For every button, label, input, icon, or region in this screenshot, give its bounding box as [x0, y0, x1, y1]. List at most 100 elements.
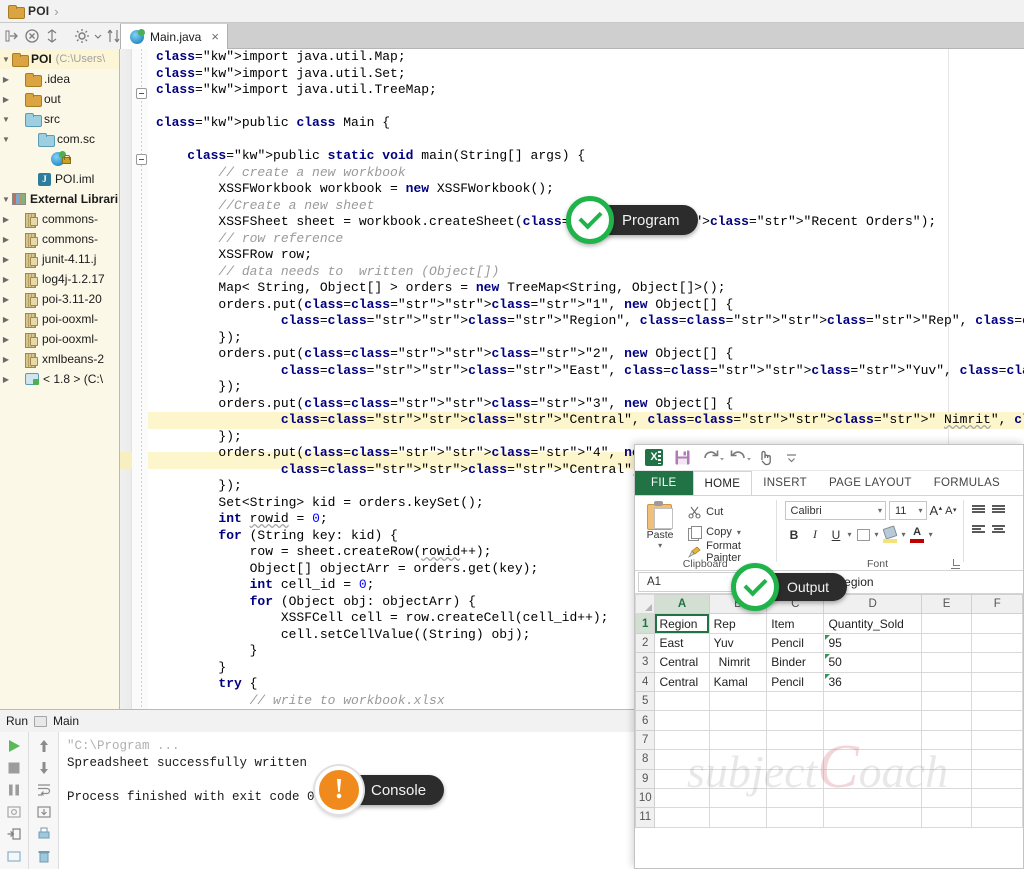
cell-E4[interactable] [920, 671, 973, 692]
cell-C8[interactable] [766, 749, 825, 770]
chevron-right-icon[interactable]: ▶ [0, 315, 12, 324]
font-color-dropdown-icon[interactable]: ▾ [929, 530, 933, 539]
borders-button[interactable] [854, 525, 873, 544]
spreadsheet-grid[interactable]: ABCDEF1RegionRepItemQuantity_Sold2EastYu… [635, 594, 1023, 840]
tree-item[interactable]: ▼ src [0, 109, 119, 129]
increase-font-size-button[interactable]: A ▴ [930, 503, 943, 518]
cell-A10[interactable] [654, 787, 710, 809]
chevron-right-icon[interactable]: ▶ [0, 255, 12, 264]
tree-item[interactable]: ▶ poi-ooxml- [0, 309, 119, 329]
row-header-4[interactable]: 4 [635, 671, 656, 692]
cell-B11[interactable] [708, 807, 768, 828]
cut-button[interactable]: Cut [685, 502, 775, 522]
tree-item[interactable]: ▶ xmlbeans-2 [0, 349, 119, 369]
tree-item[interactable]: ▶ < 1.8 > (C:\ [0, 369, 119, 389]
down-arrow-icon[interactable] [36, 760, 52, 776]
row-header-10[interactable]: 10 [635, 787, 656, 809]
cell-D7[interactable] [823, 729, 922, 751]
settings-icon[interactable] [6, 848, 22, 864]
cell-E6[interactable] [920, 710, 973, 731]
copy-button[interactable]: Copy ▾ [685, 522, 775, 542]
align-middle-icon[interactable] [990, 503, 1007, 517]
export-icon[interactable] [36, 804, 52, 820]
chevron-down-icon[interactable]: ▼ [0, 195, 12, 204]
redo-icon[interactable] [730, 449, 751, 466]
tree-item[interactable]: ▶ .idea [0, 69, 119, 89]
run-config-name[interactable]: Main [53, 714, 79, 728]
paste-dropdown-icon[interactable]: ▾ [635, 541, 685, 550]
cell-C9[interactable] [766, 768, 825, 789]
fill-color-dropdown-icon[interactable]: ▾ [902, 530, 906, 539]
expand-icon[interactable] [44, 28, 60, 44]
chevron-right-icon[interactable]: ▶ [0, 295, 12, 304]
cell-D3[interactable]: 50 [823, 652, 922, 673]
fold-icon-method[interactable] [136, 154, 147, 165]
undo-icon[interactable] [702, 449, 724, 466]
chevron-right-icon[interactable]: ▶ [0, 335, 12, 344]
cell-B9[interactable] [708, 768, 768, 789]
row-header-9[interactable]: 9 [635, 768, 656, 789]
decrease-font-size-button[interactable]: A ▾ [945, 505, 956, 517]
cancel-icon[interactable] [24, 28, 40, 44]
restore-layout-icon[interactable] [6, 826, 22, 842]
underline-button[interactable]: U [827, 525, 846, 544]
cell-B6[interactable] [708, 710, 768, 731]
row-header-8[interactable]: 8 [635, 749, 656, 770]
cell-F11[interactable] [971, 807, 1023, 828]
cell-A9[interactable] [654, 768, 710, 789]
align-top-icon[interactable] [970, 503, 987, 517]
row-header-11[interactable]: 11 [635, 807, 656, 828]
cell-E1[interactable] [920, 613, 973, 634]
cell-F8[interactable] [971, 749, 1023, 770]
touch-mode-icon[interactable] [758, 449, 775, 466]
tree-item[interactable]: ▶ log4j-1.2.17 [0, 269, 119, 289]
font-name-select[interactable]: Calibri ▾ [784, 501, 886, 520]
ribbon-tab-file[interactable]: FILE [635, 471, 693, 495]
code-fold-strip[interactable] [132, 49, 148, 709]
chevron-down-icon[interactable]: ▼ [0, 135, 12, 144]
collapse-all-icon[interactable] [4, 28, 20, 44]
chevron-right-icon[interactable]: ▶ [0, 375, 12, 384]
tab-main-java[interactable]: Main.java × [120, 24, 228, 49]
cell-A4[interactable]: Central [654, 671, 710, 692]
cell-D6[interactable] [823, 710, 922, 731]
chevron-down-icon[interactable]: ▼ [0, 55, 12, 64]
cell-E3[interactable] [920, 652, 973, 673]
print-icon[interactable] [36, 826, 52, 842]
tree-item[interactable]: ▼ External Librari [0, 189, 119, 209]
cell-F4[interactable] [971, 671, 1023, 692]
cell-F10[interactable] [971, 787, 1023, 809]
cell-D8[interactable] [823, 749, 922, 770]
column-header-A[interactable]: A [654, 594, 710, 615]
cell-D11[interactable] [823, 807, 922, 828]
row-header-1[interactable]: 1 [635, 613, 656, 634]
italic-button[interactable]: I [806, 525, 825, 544]
tree-item[interactable]: ▼ POI (C:\Users\ [0, 49, 119, 69]
cell-A6[interactable] [654, 710, 710, 731]
cell-A11[interactable] [654, 807, 710, 828]
font-size-select[interactable]: 11 ▾ [888, 501, 927, 520]
row-header-2[interactable]: 2 [635, 632, 656, 654]
soft-wrap-icon[interactable] [36, 782, 52, 798]
cell-E11[interactable] [920, 807, 973, 828]
tree-item[interactable]: ▼ com.sc [0, 129, 119, 149]
cell-C6[interactable] [766, 710, 825, 731]
bold-button[interactable]: B [785, 525, 804, 544]
align-left-icon[interactable] [970, 523, 987, 537]
row-header-5[interactable]: 5 [635, 690, 656, 712]
rerun-icon[interactable] [6, 738, 22, 754]
cell-C7[interactable] [766, 729, 825, 751]
chevron-right-icon[interactable]: ▶ [0, 95, 12, 104]
cell-C5[interactable] [766, 690, 825, 712]
chevron-down-icon[interactable]: ▾ [918, 506, 922, 515]
chevron-down-icon[interactable]: ▼ [0, 115, 12, 124]
cell-C4[interactable]: Pencil [766, 671, 825, 692]
column-header-F[interactable]: F [971, 594, 1023, 615]
trash-icon[interactable] [36, 848, 52, 864]
cell-B5[interactable] [708, 690, 768, 712]
cell-C2[interactable]: Pencil [766, 632, 825, 654]
column-header-E[interactable]: E [920, 594, 973, 615]
cell-D5[interactable] [823, 690, 922, 712]
cell-B2[interactable]: Yuv [708, 632, 768, 654]
cell-D1[interactable]: Quantity_Sold [823, 613, 922, 634]
